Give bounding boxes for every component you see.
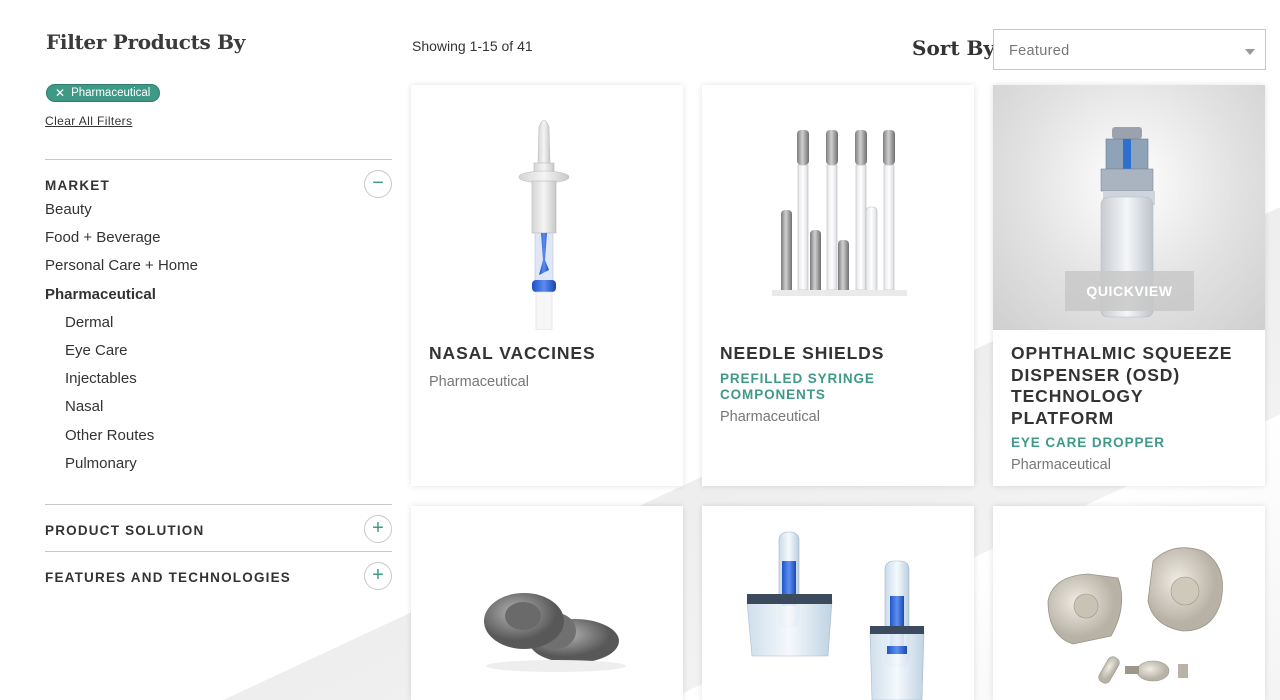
market-item-dermal[interactable]: Dermal (45, 313, 392, 341)
stopper-image (484, 593, 626, 672)
market-list: Beauty Food + Beverage Personal Care + H… (45, 200, 392, 482)
product-image[interactable] (411, 85, 683, 330)
product-card[interactable]: NASAL VACCINES Pharmaceutical (411, 85, 683, 486)
product-subtitle: EYE CARE DROPPER (1011, 435, 1165, 450)
product-card[interactable] (702, 506, 974, 700)
inhaler-parts-image (1047, 547, 1223, 684)
product-image[interactable] (702, 506, 974, 700)
active-filter-chip[interactable]: ✕ Pharmaceutical (46, 84, 161, 102)
product-title[interactable]: OPHTHALMIC SQUEEZE DISPENSER (OSD) TECHN… (1011, 343, 1247, 429)
filter-sidebar: Filter Products By ✕ Pharmaceutical Clea… (45, 30, 392, 590)
product-card[interactable]: QUICKVIEW OPHTHALMIC SQUEEZE DISPENSER (… (993, 85, 1265, 486)
active-filter-label: Pharmaceutical (71, 87, 151, 99)
market-item-injectables[interactable]: Injectables (45, 369, 392, 397)
market-title: MARKET (45, 178, 110, 193)
product-market: Pharmaceutical (1011, 457, 1111, 473)
product-image[interactable] (993, 506, 1265, 700)
product-market: Pharmaceutical (720, 408, 820, 425)
market-item-food-beverage[interactable]: Food + Beverage (45, 228, 392, 256)
features-section: FEATURES AND TECHNOLOGIES + (45, 551, 392, 598)
sort-select[interactable]: Featured (993, 29, 1266, 70)
product-image[interactable] (411, 506, 683, 700)
filter-title: Filter Products By (46, 30, 246, 54)
close-icon[interactable]: ✕ (55, 84, 65, 102)
needle-shields-image (772, 130, 907, 296)
market-header[interactable]: MARKET − (45, 160, 392, 206)
market-item-personal-care-home[interactable]: Personal Care + Home (45, 256, 392, 284)
features-title: FEATURES AND TECHNOLOGIES (45, 570, 292, 585)
product-card[interactable] (411, 506, 683, 700)
product-image[interactable] (702, 85, 974, 330)
injection-device-image (746, 531, 925, 700)
nasal-device-image (518, 119, 570, 330)
sort-label: Sort By (912, 36, 996, 60)
market-item-pharmaceutical[interactable]: Pharmaceutical (45, 285, 392, 313)
features-header[interactable]: FEATURES AND TECHNOLOGIES + (45, 552, 392, 598)
market-item-eye-care[interactable]: Eye Care (45, 341, 392, 369)
product-solution-section: PRODUCT SOLUTION + (45, 504, 392, 551)
product-market: Pharmaceutical (429, 373, 529, 390)
product-image[interactable]: QUICKVIEW (993, 85, 1265, 330)
caret-down-icon (1245, 49, 1255, 55)
market-item-other-routes[interactable]: Other Routes (45, 426, 392, 454)
sort-selected-value: Featured (1009, 43, 1070, 59)
product-solution-title: PRODUCT SOLUTION (45, 523, 205, 538)
product-title[interactable]: NEEDLE SHIELDS (720, 343, 956, 365)
product-solution-header[interactable]: PRODUCT SOLUTION + (45, 505, 392, 551)
expand-icon[interactable]: + (364, 562, 392, 590)
expand-icon[interactable]: + (364, 515, 392, 543)
quickview-button[interactable]: QUICKVIEW (1065, 271, 1194, 311)
clear-all-filters-link[interactable]: Clear All Filters (45, 114, 132, 128)
market-item-pulmonary[interactable]: Pulmonary (45, 454, 392, 482)
product-title[interactable]: NASAL VACCINES (429, 343, 665, 365)
results-count: Showing 1-15 of 41 (412, 38, 533, 54)
collapse-icon[interactable]: − (364, 170, 392, 198)
market-item-nasal[interactable]: Nasal (45, 397, 392, 425)
product-card[interactable] (993, 506, 1265, 700)
product-card[interactable]: NEEDLE SHIELDS PREFILLED SYRINGE COMPONE… (702, 85, 974, 486)
market-section: MARKET − Beauty Food + Beverage Personal… (45, 159, 392, 482)
product-subtitle: PREFILLED SYRINGE COMPONENTS (720, 370, 875, 402)
